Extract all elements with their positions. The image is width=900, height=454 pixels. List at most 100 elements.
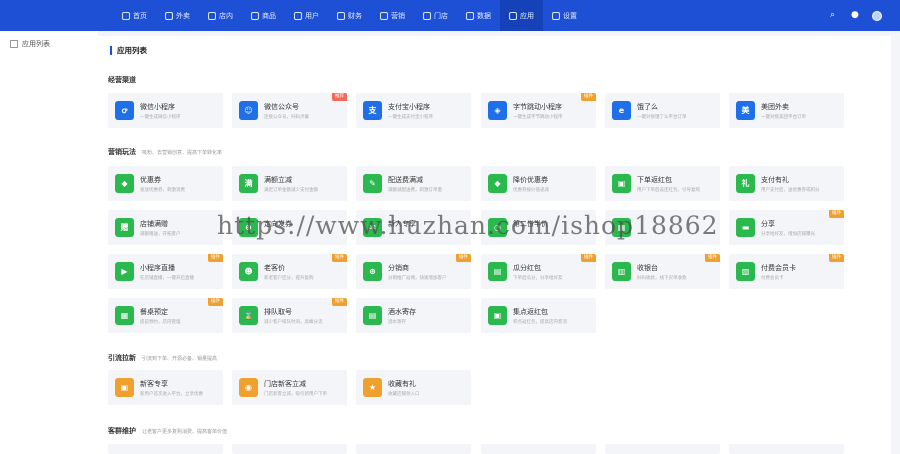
nav-item-5[interactable]: 财务 bbox=[328, 0, 371, 31]
app-card-title: 店铺满赠 bbox=[140, 220, 168, 228]
nav-item-label: 设置 bbox=[563, 11, 577, 20]
app-card-title: 美团外卖 bbox=[761, 103, 789, 111]
app-card[interactable]: ◉ 门店新客立减 门店新客立减，吸引新用户下单 bbox=[232, 370, 347, 405]
nav-item-6[interactable]: 营销 bbox=[371, 0, 414, 31]
app-card-badge: 插件 bbox=[581, 93, 596, 101]
app-card[interactable] bbox=[729, 444, 844, 454]
page-title: 应用列表 bbox=[110, 46, 147, 55]
nav-item-8[interactable]: 数据 bbox=[457, 0, 500, 31]
app-card-badge: 插件 bbox=[208, 298, 223, 306]
section-subtitle: 让老客户更多复购消费、提高客单价值 bbox=[142, 429, 228, 435]
nav-item-7[interactable]: 门店 bbox=[414, 0, 457, 31]
app-card[interactable]: 满满额立减满足订单金额减少支付金额 bbox=[232, 166, 347, 201]
app-card-title: 分享 bbox=[761, 220, 775, 228]
app-card[interactable]: ▬ 分享 分享给好友，增加店铺曝光 插件 bbox=[729, 210, 844, 245]
app-card[interactable]: ⌛ 排队取号 减少客户排队时间，高峰分流 插件 bbox=[232, 298, 347, 333]
app-icon: 满 bbox=[239, 174, 258, 193]
app-card[interactable] bbox=[605, 444, 720, 454]
app-card[interactable]: ◆ 优惠券 发放优惠券，刺激消费 bbox=[108, 166, 223, 201]
app-card-desc: 新老客户区分，提升复购 bbox=[264, 276, 314, 281]
nav-item-4[interactable]: 用户 bbox=[285, 0, 328, 31]
app-card-title: 支付宝小程序 bbox=[388, 103, 430, 111]
app-card[interactable] bbox=[356, 444, 471, 454]
app-card[interactable]: e 饿了么 一键对接饿了么平台订单 bbox=[605, 93, 720, 128]
nav-item-0[interactable]: 首页 bbox=[113, 0, 156, 31]
nav-item-label: 财务 bbox=[348, 11, 362, 20]
app-card-badge: 插件 bbox=[456, 254, 471, 262]
app-card[interactable] bbox=[481, 444, 596, 454]
app-card[interactable]: ☺ 微信公众号 连接公众号，扫码点餐 推荐 bbox=[232, 93, 347, 128]
app-card[interactable]: ▤ 瓜分红包 下单后瓜分，分享给好友 插件 bbox=[481, 254, 596, 289]
app-card[interactable]: ▣ 集点返红包 积点返红包，提高店内客流 bbox=[481, 298, 596, 333]
nav-item-2[interactable]: 店内 bbox=[199, 0, 242, 31]
app-card[interactable] bbox=[108, 444, 223, 454]
app-card[interactable]: ▤ 酒水寄存 酒水寄存 bbox=[356, 298, 471, 333]
nav-item-1[interactable]: 外卖 bbox=[156, 0, 199, 31]
nav-item-9[interactable]: 应用 bbox=[500, 0, 543, 31]
app-card-title: 新客专享 bbox=[140, 380, 168, 388]
app-card[interactable]: ☻ 老客价 新老客户区分，提升复购 插件 bbox=[232, 254, 347, 289]
app-icon: ▧ bbox=[736, 262, 755, 281]
settings-icon bbox=[552, 11, 560, 20]
search-icon[interactable]: ⌕ bbox=[830, 11, 839, 20]
app-card[interactable]: ⊛ 分销商 分销推广返佣，快速增加客户 插件 bbox=[356, 254, 471, 289]
bell-icon[interactable]: ● bbox=[851, 11, 860, 20]
app-icon: ▬ bbox=[736, 218, 755, 237]
app-icon: ✎ bbox=[363, 174, 382, 193]
app-card-desc: 分享给好友，增加店铺曝光 bbox=[761, 232, 815, 237]
section-title-retention: 客群维护 让老客户更多复购消费、提高客单价值 bbox=[108, 426, 227, 436]
section-title-acquisition: 引流拉新 引流到下单、开源必备、销量提高 bbox=[108, 353, 217, 363]
app-icon: ꝍ bbox=[115, 101, 134, 120]
app-card[interactable]: 支支付宝小程序 一键生成支付宝小程序 bbox=[356, 93, 471, 128]
app-card[interactable]: ▣ 新客专享 新用户首次进入平台，立享优惠 bbox=[108, 370, 223, 405]
app-card-desc: 连接公众号，扫码点餐 bbox=[264, 115, 309, 120]
home-icon bbox=[122, 11, 130, 20]
nav-item-10[interactable]: 设置 bbox=[543, 0, 586, 31]
app-card[interactable]: ★ 收藏有礼 收藏店铺领入口 bbox=[356, 370, 471, 405]
app-card[interactable]: ▥ 收银台 扫码收款，线下买单收款 插件 bbox=[605, 254, 720, 289]
app-card[interactable]: ▣ 下单返红包 用户下单后返还红包，引导复购 bbox=[605, 166, 720, 201]
app-card[interactable]: ▦ 餐桌预定 提前预约，店内管理 插件 bbox=[108, 298, 223, 333]
app-card-title: 支付有礼 bbox=[761, 176, 789, 184]
app-card-badge: 插件 bbox=[705, 254, 720, 262]
nav-item-label: 首页 bbox=[133, 11, 147, 20]
app-card-desc: 分销推广返佣，快速增加客户 bbox=[388, 276, 447, 281]
app-card-badge: 插件 bbox=[829, 254, 844, 262]
nav-item-label: 用户 bbox=[305, 11, 319, 20]
app-card-title: 小程序直播 bbox=[140, 264, 175, 272]
app-card[interactable]: 礼支付有礼 用户支付后，送优惠券或积分 bbox=[729, 166, 844, 201]
app-card[interactable]: 赠店铺满赠 满额赠送，开拓客户 bbox=[108, 210, 223, 245]
app-card[interactable]: ◆ 降价优惠券 优惠券按价值递减 bbox=[481, 166, 596, 201]
app-card[interactable]: ◈ 字节跳动小程序 一键生成字节跳动小程序 插件 bbox=[481, 93, 596, 128]
app-card-desc: 在店铺直播，一键开启直播 bbox=[140, 276, 194, 281]
app-card-title: 排队取号 bbox=[264, 308, 292, 316]
app-icon: ▥ bbox=[612, 262, 631, 281]
app-card-desc: 下单后瓜分，分享给好友 bbox=[513, 276, 563, 281]
main-nav: 首页 外卖 店内 商品 用户 财务 营销 门店 数据 应用 设置 bbox=[113, 0, 586, 31]
section-subtitle: 吸粉、去营销创意、提高下单转化率 bbox=[142, 150, 223, 156]
app-card[interactable] bbox=[232, 444, 347, 454]
app-card-title: 优惠券 bbox=[140, 176, 161, 184]
app-card[interactable]: ▶ 小程序直播 在店铺直播，一键开启直播 插件 bbox=[108, 254, 223, 289]
sidebar: 应用列表 bbox=[0, 31, 98, 454]
delivery-icon bbox=[165, 11, 173, 20]
avatar[interactable] bbox=[872, 10, 882, 21]
app-card[interactable]: 美美团外卖 一键对接美团平台订单 bbox=[729, 93, 844, 128]
app-icon: ◉ bbox=[239, 378, 258, 397]
app-card-desc: 满足订单金额减少支付金额 bbox=[264, 188, 318, 193]
app-card-badge: 推荐 bbox=[332, 93, 347, 101]
app-card[interactable]: ꝍ 微信小程序 一键生成微信小程序 bbox=[108, 93, 223, 128]
app-card-desc: 满额赠送，开拓客户 bbox=[140, 232, 181, 237]
app-card[interactable]: ✎ 配送费满减 满额减配送费，刺激订单量 bbox=[356, 166, 471, 201]
nav-item-label: 数据 bbox=[477, 11, 491, 20]
nav-item-3[interactable]: 商品 bbox=[242, 0, 285, 31]
app-card-title: 满额立减 bbox=[264, 176, 292, 184]
top-navbar: 首页 外卖 店内 商品 用户 财务 营销 门店 数据 应用 设置 ⌕ ● bbox=[0, 0, 900, 31]
app-card[interactable]: ▧ 付费会员卡 付费会员卡 插件 bbox=[729, 254, 844, 289]
watermark-text: https://www.huzhan.com/ishop18862 bbox=[217, 211, 719, 240]
app-card-title: 收银台 bbox=[637, 264, 658, 272]
nav-item-label: 应用 bbox=[520, 11, 534, 20]
app-card-badge: 插件 bbox=[581, 254, 596, 262]
sidebar-item-app-list[interactable]: 应用列表 bbox=[0, 31, 98, 57]
app-icon: ▶ bbox=[115, 262, 134, 281]
